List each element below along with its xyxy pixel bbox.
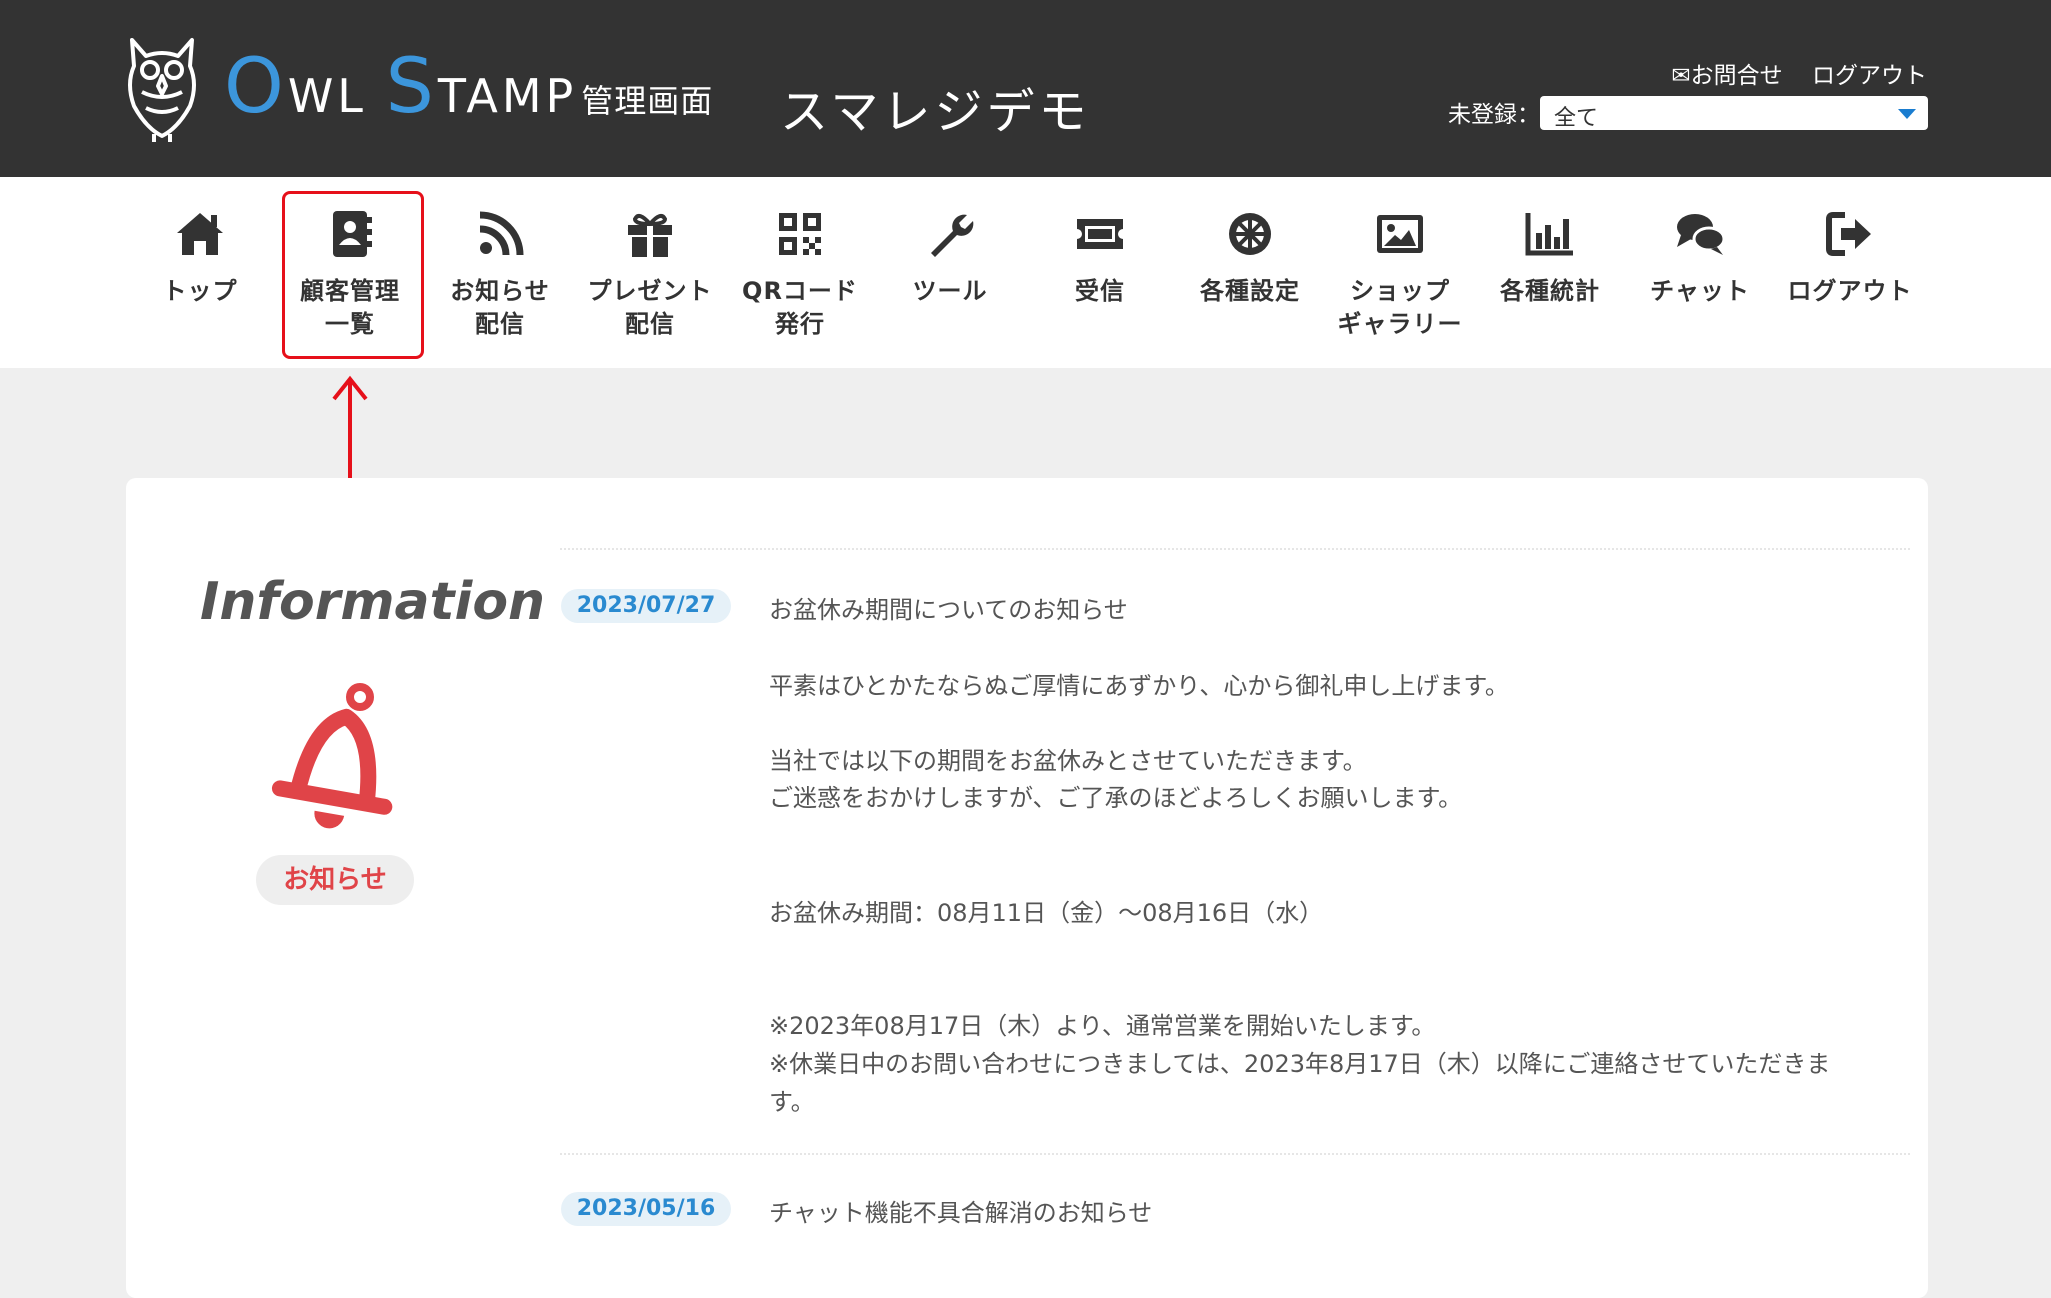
- filter-selected-value: 全て: [1554, 106, 1599, 131]
- news-body-line: お盆休み期間：08月11日（金）〜08月16日（水）: [769, 899, 1324, 927]
- ticket-icon: [1077, 219, 1123, 249]
- news-title[interactable]: チャット機能不具合解消のお知らせ: [769, 1193, 1152, 1228]
- app-header: OWL STAMP 管理画面 スマレジデモ ✉お問合せ ログアウト 未登録： 全て: [0, 0, 2051, 177]
- contact-link[interactable]: ✉お問合せ: [1671, 63, 1782, 89]
- news-body-line: 平素はひとかたならぬご厚情にあずかり、心から御礼申し上げます。: [769, 672, 1509, 700]
- nav-item-logout[interactable]: ログアウト: [1780, 177, 1920, 368]
- nav-item-shop-gallery[interactable]: ショップ ギャラリー: [1330, 177, 1470, 368]
- unregistered-filter-select[interactable]: 全て: [1540, 96, 1928, 131]
- rss-icon: [479, 211, 524, 256]
- settings-wheel-icon: [1229, 213, 1271, 255]
- sign-out-icon: [1826, 212, 1871, 256]
- brand-wordmark: OWL STAMP 管理画面: [224, 41, 714, 130]
- nav-item-present-delivery[interactable]: プレゼント 配信: [580, 177, 720, 368]
- news-body-line: す。: [769, 1088, 815, 1116]
- news-body-line: 当社では以下の期間をお盆休みとさせていただきます。: [769, 747, 1367, 775]
- news-body-line: ※2023年08月17日（木）より、通常営業を開始いたします。: [769, 1012, 1436, 1040]
- bar-chart-icon: [1525, 213, 1573, 256]
- notice-badge: お知らせ: [256, 855, 414, 905]
- divider: [560, 548, 1910, 550]
- information-title: Information: [200, 572, 546, 632]
- nav-item-notice-delivery[interactable]: お知らせ 配信: [430, 177, 570, 368]
- home-icon: [177, 213, 223, 255]
- nav-item-settings[interactable]: 各種設定: [1180, 177, 1320, 368]
- owl-logo-icon: [128, 38, 196, 142]
- header-logout-link[interactable]: ログアウト: [1812, 63, 1927, 89]
- unregistered-label: 未登録：: [1448, 102, 1540, 128]
- image-icon: [1377, 215, 1423, 253]
- bell-icon: [271, 683, 393, 829]
- shop-name: スマレジデモ: [780, 84, 1091, 140]
- nav-item-tools[interactable]: ツール: [880, 177, 1020, 368]
- news-date-badge: 2023/05/16: [561, 1192, 731, 1226]
- news-title[interactable]: お盆休み期間についてのお知らせ: [769, 590, 1128, 625]
- gift-icon: [628, 213, 672, 257]
- news-date-badge: 2023/07/27: [561, 589, 731, 623]
- nav-item-qrcode[interactable]: QRコード 発行: [730, 177, 870, 368]
- nav-item-chat[interactable]: チャット: [1630, 177, 1770, 368]
- news-body-line: ※休業日中のお問い合わせにつきましては、2023年8月17日（木）以降にご連絡さ…: [769, 1050, 1831, 1078]
- arrow-up-icon: [332, 375, 368, 487]
- header-links: ✉お問合せ ログアウト: [1649, 56, 1927, 90]
- highlight-box: [282, 191, 424, 359]
- nav-item-statistics[interactable]: 各種統計: [1480, 177, 1620, 368]
- chat-icon: [1677, 214, 1726, 255]
- wrench-icon: [931, 214, 974, 257]
- nav-label: ログアウト: [1787, 277, 1913, 305]
- nav-item-inbox[interactable]: 受信: [1030, 177, 1170, 368]
- qrcode-icon: [779, 213, 821, 255]
- divider: [560, 1153, 1910, 1155]
- news-body-line: ご迷惑をおかけしますが、ご了承のほどよろしくお願いします。: [769, 784, 1463, 812]
- nav-item-top[interactable]: トップ: [130, 177, 270, 368]
- chevron-down-icon: [1898, 109, 1916, 119]
